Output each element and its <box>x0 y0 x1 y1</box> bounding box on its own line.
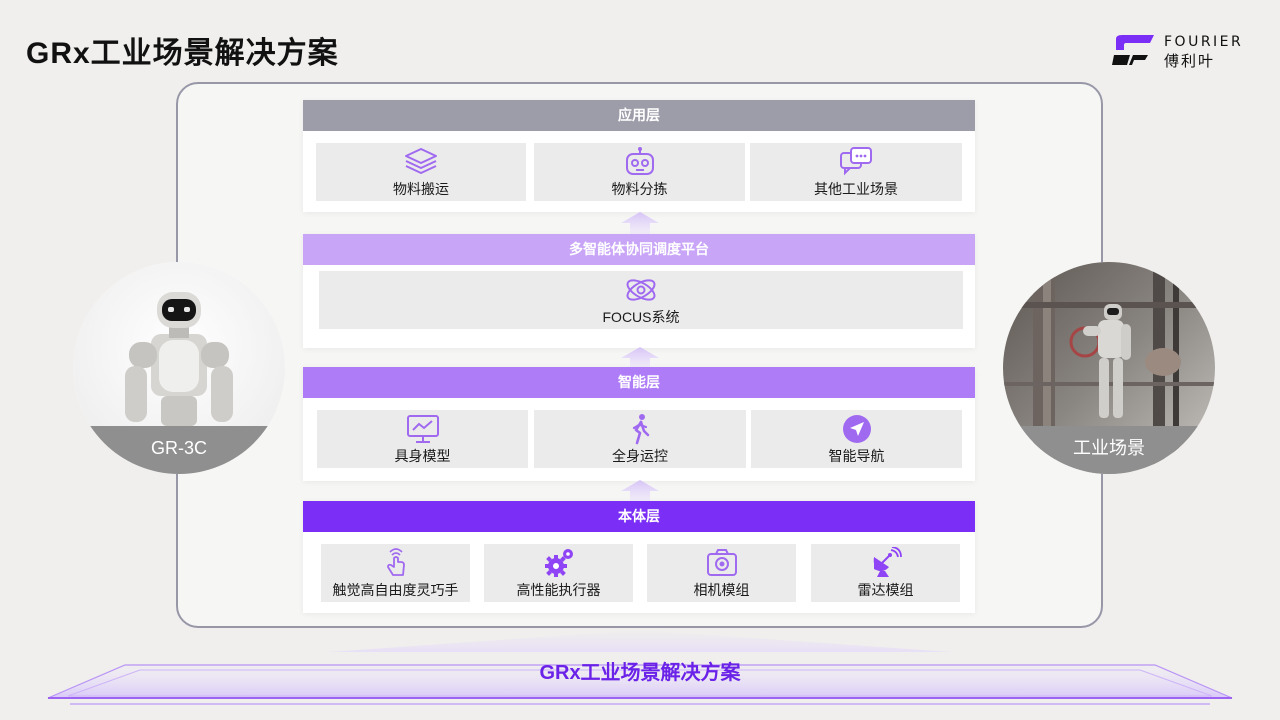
intelligence-layer-title: 智能层 <box>303 367 975 398</box>
card-label: 雷达模组 <box>857 582 914 598</box>
card-label: 智能导航 <box>828 448 885 464</box>
touch-hand-icon <box>386 548 405 576</box>
card-label: 具身模型 <box>394 448 451 464</box>
upward-arrow-icon <box>621 212 659 234</box>
atom-orbit-icon <box>626 279 656 301</box>
fourier-logo-icon <box>1112 35 1154 65</box>
robot-head-icon <box>625 147 654 175</box>
walking-person-icon <box>632 414 650 445</box>
navigation-icon <box>842 415 871 443</box>
layers-icon <box>405 148 437 174</box>
card-label: 相机模组 <box>693 582 750 598</box>
application-layer-title: 应用层 <box>303 100 975 131</box>
card-whole-body-control[interactable]: 全身运控 <box>534 410 746 468</box>
card-material-handling[interactable]: 物料搬运 <box>316 143 526 201</box>
card-label: 触觉高自由度灵巧手 <box>332 582 459 598</box>
card-label: 全身运控 <box>612 448 668 464</box>
intelligence-layer: 智能层 具身模型 全身运控 智能导航 <box>303 367 975 481</box>
card-dexterous-hand[interactable]: 触觉高自由度灵巧手 <box>321 544 470 602</box>
card-label: FOCUS系统 <box>602 309 680 325</box>
upward-arrow-icon <box>621 480 659 502</box>
fourier-logo: FOURIER 傅利叶 <box>1112 33 1252 70</box>
card-focus-system[interactable]: FOCUS系统 <box>319 271 963 329</box>
page-title: GRx工业场景解决方案 <box>26 37 339 70</box>
camera-icon <box>706 549 737 576</box>
base-platform-label: GRx工业场景解决方案 <box>539 662 741 684</box>
card-radar-module[interactable]: 雷达模组 <box>811 544 960 602</box>
body-layer-title: 本体层 <box>303 501 975 532</box>
industrial-scene-image: 工业场景 <box>1003 262 1215 474</box>
card-smart-navigation[interactable]: 智能导航 <box>751 410 962 468</box>
gr3c-label: GR-3C <box>73 426 285 474</box>
application-layer: 应用层 物料搬运 物料分拣 其他工业场景 <box>303 100 975 212</box>
card-label: 高性能执行器 <box>516 582 601 598</box>
body-layer: 本体层 触觉高自由度灵巧手 高性能执行器 相机模组 雷达模组 <box>303 501 975 613</box>
gears-icon <box>544 549 573 577</box>
logo-text-cn: 傅利叶 <box>1164 53 1216 70</box>
card-label: 其他工业场景 <box>814 181 898 197</box>
card-label: 物料分拣 <box>611 181 668 197</box>
chat-bubbles-icon <box>840 147 872 176</box>
card-high-performance-actuator[interactable]: 高性能执行器 <box>484 544 633 602</box>
platform-layer-title: 多智能体协同调度平台 <box>303 234 975 265</box>
card-camera-module[interactable]: 相机模组 <box>647 544 796 602</box>
radar-dish-icon <box>873 547 902 577</box>
robot-gr3c-image: GR-3C <box>73 262 285 474</box>
industrial-scene-label: 工业场景 <box>1003 426 1215 474</box>
card-material-sorting[interactable]: 物料分拣 <box>534 143 745 201</box>
card-label: 物料搬运 <box>393 181 449 197</box>
logo-text-en: FOURIER <box>1164 34 1244 50</box>
monitor-chart-icon <box>406 415 439 443</box>
platform-layer: 多智能体协同调度平台 FOCUS系统 <box>303 234 975 348</box>
card-embodied-model[interactable]: 具身模型 <box>317 410 528 468</box>
card-other-industrial-scenes[interactable]: 其他工业场景 <box>750 143 962 201</box>
